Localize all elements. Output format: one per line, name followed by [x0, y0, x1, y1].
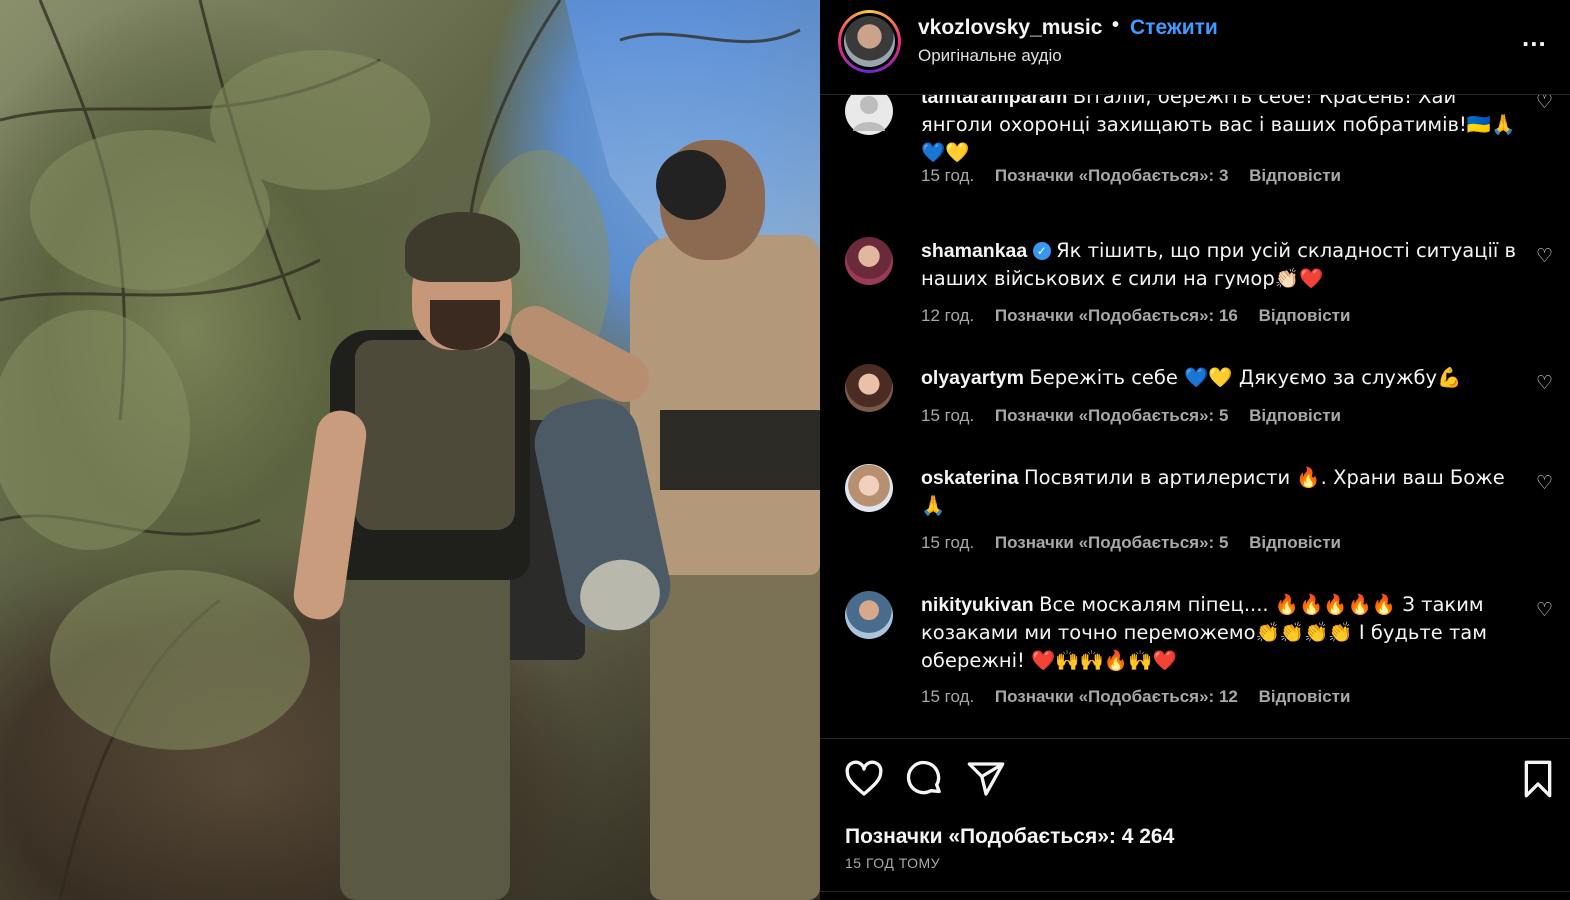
comment-text-block: shamankaa ✓ Як тішить, що при усій склад… — [921, 237, 1521, 293]
comment-username[interactable]: tamtaramparam — [921, 95, 1067, 108]
comment-meta: 15 год. Позначки «Подобається»: 5 Відпов… — [921, 533, 1357, 553]
separator-dot: • — [1112, 14, 1120, 36]
post-header: vkozlovsky_music • Стежити Оригінальне а… — [820, 0, 1570, 95]
post-side-panel: vkozlovsky_music • Стежити Оригінальне а… — [820, 0, 1570, 900]
post-media-photo[interactable] — [0, 0, 820, 900]
more-options-icon[interactable]: ... — [1522, 22, 1547, 53]
comment-avatar[interactable] — [845, 464, 893, 512]
soldier-left-vest — [355, 340, 515, 530]
soldier-right-body — [630, 235, 820, 575]
comment-avatar[interactable] — [845, 364, 893, 412]
comment-likes[interactable]: Позначки «Подобається»: 3 — [995, 166, 1228, 185]
reply-button[interactable]: Відповісти — [1259, 306, 1351, 325]
comment-username[interactable]: olyayartym — [921, 367, 1024, 389]
comment-meta: 12 год. Позначки «Подобається»: 16 Відпо… — [921, 306, 1366, 326]
avatar-image — [844, 16, 895, 67]
soldier-left-beard — [430, 300, 500, 350]
comment-username[interactable]: oskaterina — [921, 467, 1019, 489]
comment-time: 15 год. — [921, 687, 975, 706]
comment-text-block: oskaterina Посвятили в артилеристи 🔥. Хр… — [921, 464, 1521, 520]
comment-like-heart-icon[interactable]: ♡ — [1536, 472, 1553, 495]
comment-like-heart-icon[interactable]: ♡ — [1536, 599, 1553, 622]
heart-icon[interactable] — [844, 759, 884, 799]
comment-time: 12 год. — [921, 306, 975, 325]
bookmark-icon[interactable] — [1518, 759, 1558, 799]
soldier-left-legs — [340, 560, 510, 900]
reply-button[interactable]: Відповісти — [1249, 166, 1341, 185]
soldier-left-helmet — [405, 212, 520, 282]
follow-button[interactable]: Стежити — [1130, 16, 1218, 40]
comment-likes[interactable]: Позначки «Подобається»: 5 — [995, 533, 1228, 552]
comment-time: 15 год. — [921, 406, 975, 425]
default-avatar-icon — [853, 96, 885, 131]
audio-link[interactable]: Оригінальне аудіо — [918, 46, 1062, 66]
comment-likes[interactable]: Позначки «Подобається»: 12 — [995, 687, 1238, 706]
comment-username[interactable]: shamankaa — [921, 240, 1027, 262]
comment-likes[interactable]: Позначки «Подобається»: 5 — [995, 406, 1228, 425]
comment-time: 15 год. — [921, 533, 975, 552]
comment-time: 15 год. — [921, 166, 975, 185]
comment-text: Бережіть себе 💙💛 Дякуємо за службу💪 — [1029, 366, 1462, 389]
likes-count[interactable]: Позначки «Подобається»: 4 264 — [845, 825, 1174, 849]
verified-badge-icon: ✓ — [1032, 242, 1051, 260]
paper-plane-icon[interactable] — [966, 759, 1006, 799]
comment-avatar[interactable] — [845, 237, 893, 285]
comment-username[interactable]: nikityukivan — [921, 594, 1034, 616]
comment-bubble-icon[interactable] — [905, 759, 945, 799]
comment-text-block: olyayartym Бережіть себе 💙💛 Дякуємо за с… — [921, 364, 1521, 392]
soldier-right-belt — [660, 410, 820, 490]
divider — [820, 891, 1570, 892]
comment-likes[interactable]: Позначки «Подобається»: 16 — [995, 306, 1238, 325]
username-link[interactable]: vkozlovsky_music — [918, 16, 1102, 40]
soldier-right-legs — [650, 560, 820, 900]
headset — [656, 150, 726, 220]
reply-button[interactable]: Відповісти — [1259, 687, 1351, 706]
comment-meta: 15 год. Позначки «Подобається»: 3 Відпов… — [921, 166, 1357, 186]
comment-avatar[interactable] — [845, 591, 893, 639]
post-timestamp[interactable]: 15 ГОД ТОМУ — [845, 855, 940, 871]
reply-button[interactable]: Відповісти — [1249, 533, 1341, 552]
comment-text-block: nikityukivan Все москалям піпец.... 🔥🔥🔥🔥… — [921, 591, 1521, 675]
comment-text-block: tamtaramparam Віталій, бережіть себе! Кр… — [921, 95, 1521, 167]
comment-avatar[interactable] — [845, 95, 893, 135]
post-actions: Позначки «Подобається»: 4 264 15 ГОД ТОМ… — [820, 738, 1570, 900]
comment-like-heart-icon[interactable]: ♡ — [1536, 95, 1553, 114]
comment-meta: 15 год. Позначки «Подобається»: 5 Відпов… — [921, 406, 1357, 426]
comment-like-heart-icon[interactable]: ♡ — [1536, 372, 1553, 395]
comment-like-heart-icon[interactable]: ♡ — [1536, 245, 1553, 268]
comment-meta: 15 год. Позначки «Подобається»: 12 Відпо… — [921, 687, 1366, 707]
avatar[interactable] — [838, 10, 901, 73]
reply-button[interactable]: Відповісти — [1249, 406, 1341, 425]
comments-list[interactable]: tamtaramparam Віталій, бережіть себе! Кр… — [820, 95, 1570, 738]
